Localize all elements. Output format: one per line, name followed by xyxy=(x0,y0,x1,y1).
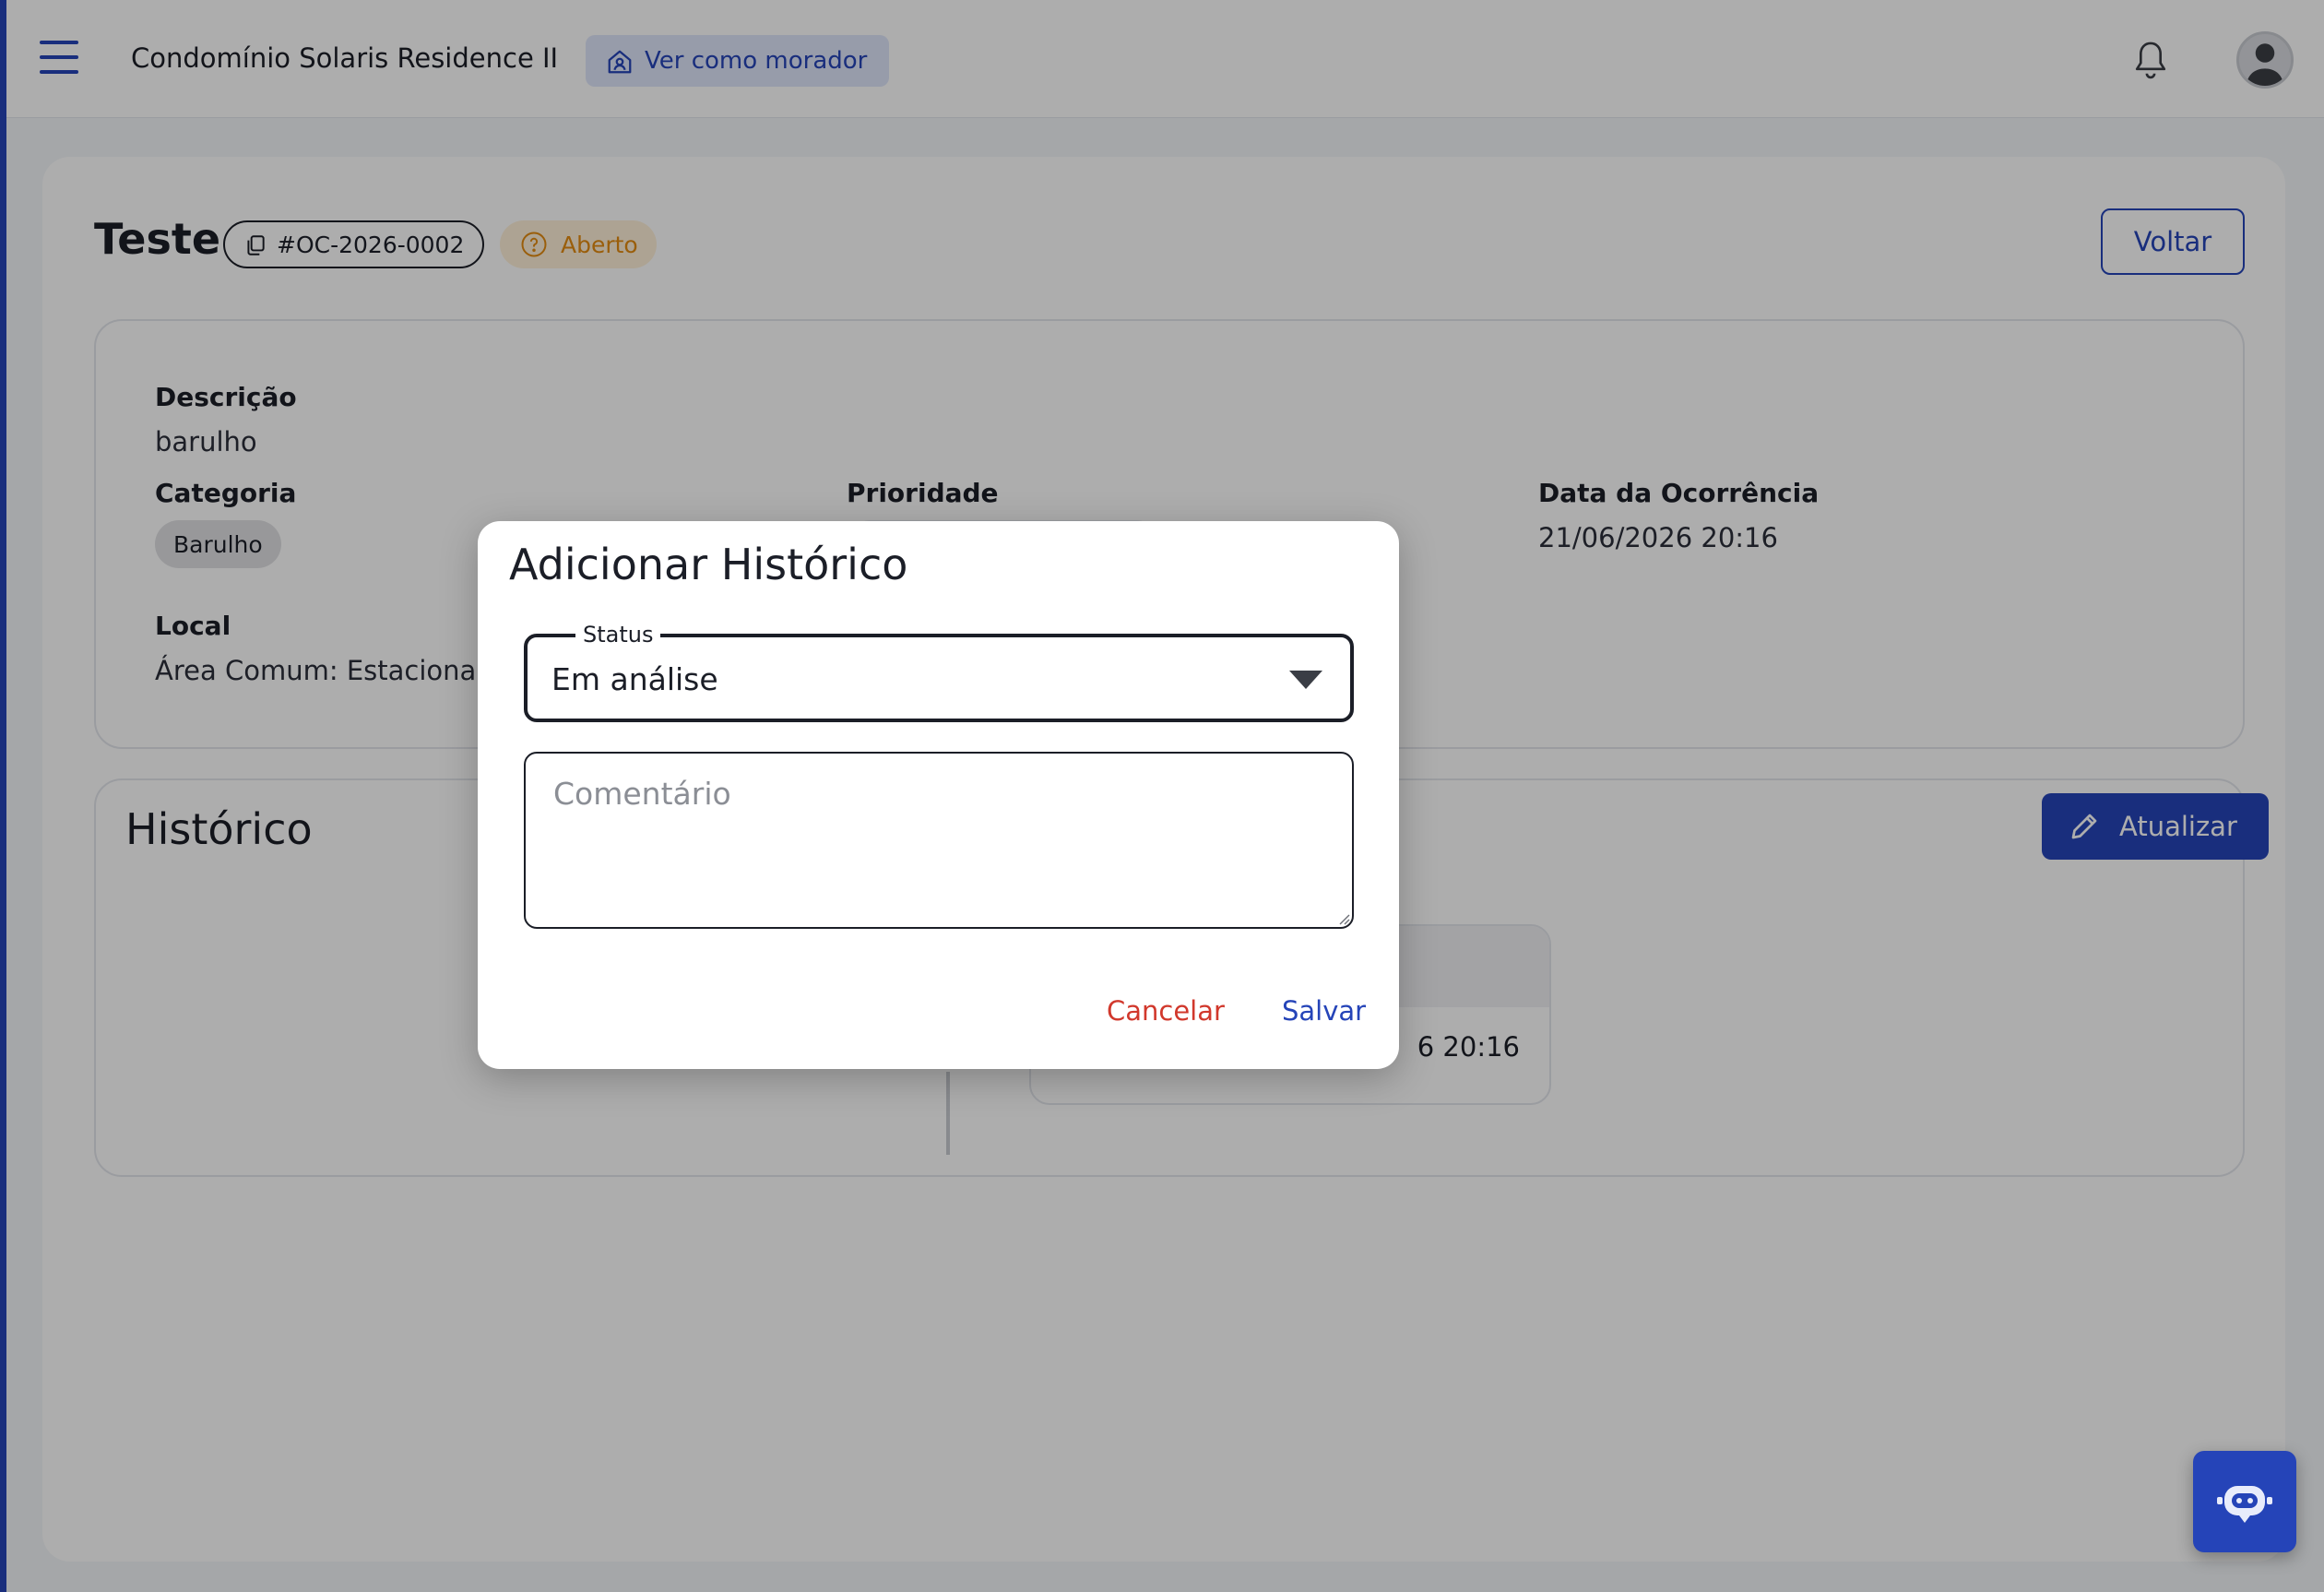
resize-grip-icon[interactable] xyxy=(1337,912,1350,925)
status-field-label: Status xyxy=(575,621,661,648)
save-button[interactable]: Salvar xyxy=(1282,995,1366,1027)
chevron-down-icon[interactable] xyxy=(1289,671,1322,689)
comment-textarea[interactable] xyxy=(524,752,1354,929)
add-history-dialog: Adicionar Histórico Status Em análise Ca… xyxy=(478,521,1399,1069)
bot-icon xyxy=(2217,1486,2272,1523)
cancel-button[interactable]: Cancelar xyxy=(1107,995,1225,1027)
dialog-title: Adicionar Histórico xyxy=(509,540,908,589)
status-select[interactable]: Status Em análise xyxy=(524,621,1354,722)
chatbot-button[interactable] xyxy=(2193,1451,2296,1552)
app-root: Condomínio Solaris Residence II Ver como… xyxy=(0,0,2324,1592)
status-select-value: Em análise xyxy=(551,661,718,697)
